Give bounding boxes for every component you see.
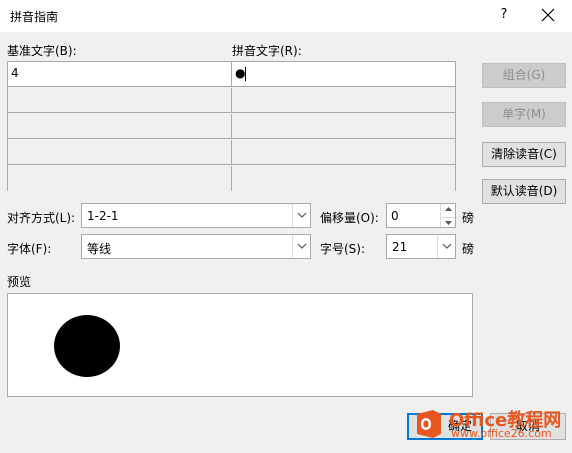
ruby-text-label: 拼音文字(R): (232, 44, 302, 58)
offset-unit: 磅 (462, 211, 475, 225)
dialog-title: 拼音指南 (10, 10, 59, 24)
font-select[interactable]: 等线 (81, 234, 311, 259)
base-text-field-2[interactable] (8, 88, 232, 113)
default-reading-button[interactable]: 默认读音(D) (482, 179, 566, 204)
clear-reading-button[interactable]: 清除读音(C) (482, 142, 566, 167)
mono-button[interactable]: 单字(M) (482, 102, 566, 127)
size-unit: 磅 (462, 242, 475, 256)
office-logo (413, 408, 445, 440)
offset-stepper (440, 204, 455, 227)
offset-up-button[interactable] (441, 207, 455, 218)
offset-down-button[interactable] (441, 221, 455, 232)
offset-spinner[interactable]: 0 (386, 203, 456, 228)
alignment-dropdown-button[interactable] (292, 204, 310, 227)
base-text-field-3[interactable] (8, 114, 232, 139)
chevron-down-icon (297, 212, 306, 218)
size-dropdown-button[interactable] (437, 235, 455, 258)
font-dropdown-button[interactable] (292, 235, 310, 258)
chevron-down-icon (297, 243, 306, 249)
preview-box (7, 293, 473, 397)
chevron-down-icon (444, 221, 452, 225)
close-button[interactable] (536, 4, 560, 26)
watermark-url: www.office26.com (451, 427, 552, 440)
close-icon (541, 8, 555, 22)
preview-label: 预览 (7, 275, 32, 289)
alignment-label: 对齐方式(L): (7, 211, 76, 225)
font-value: 等线 (87, 242, 112, 256)
size-value: 21 (392, 240, 408, 254)
preview-glyph (54, 315, 120, 377)
ruby-text-field-3[interactable] (232, 114, 455, 139)
size-label: 字号(S): (320, 242, 366, 256)
base-text-field-5[interactable] (8, 166, 232, 191)
base-text-value: 4 (11, 66, 19, 80)
title-bar (0, 0, 572, 32)
size-select[interactable]: 21 (386, 234, 456, 259)
chevron-down-icon (442, 243, 451, 249)
base-text-field-4[interactable] (8, 140, 232, 165)
alignment-select[interactable]: 1-2-1 (81, 203, 311, 228)
ruby-grid: 4 ● (7, 61, 456, 191)
ruby-text-field-2[interactable] (232, 88, 455, 113)
alignment-value: 1-2-1 (87, 209, 119, 223)
group-button[interactable]: 组合(G) (482, 63, 566, 88)
base-text-label: 基准文字(B): (7, 44, 77, 58)
chevron-up-icon (444, 207, 452, 211)
text-caret (245, 67, 246, 81)
ruby-text-field-5[interactable] (232, 166, 455, 191)
offset-value: 0 (391, 209, 399, 223)
ruby-text-field-4[interactable] (232, 140, 455, 165)
base-text-field-1[interactable]: 4 (8, 62, 232, 87)
font-label: 字体(F): (7, 242, 52, 256)
ruby-text-field-1[interactable]: ● (232, 62, 455, 87)
offset-label: 偏移量(O): (320, 211, 379, 225)
ruby-text-value: ● (235, 66, 246, 80)
help-button[interactable]: ? (492, 4, 516, 26)
